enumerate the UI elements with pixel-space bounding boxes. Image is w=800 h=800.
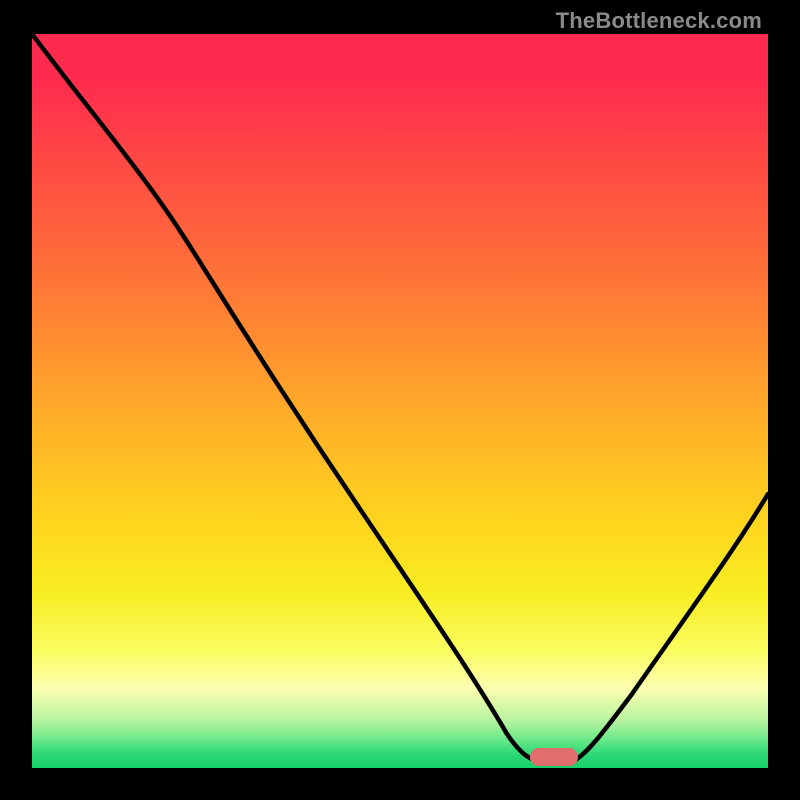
curve-path xyxy=(32,34,768,762)
plot-area xyxy=(32,34,768,768)
optimum-marker xyxy=(530,748,578,766)
watermark-text: TheBottleneck.com xyxy=(556,8,762,34)
bottleneck-curve xyxy=(32,34,768,768)
chart-frame: TheBottleneck.com xyxy=(0,0,800,800)
